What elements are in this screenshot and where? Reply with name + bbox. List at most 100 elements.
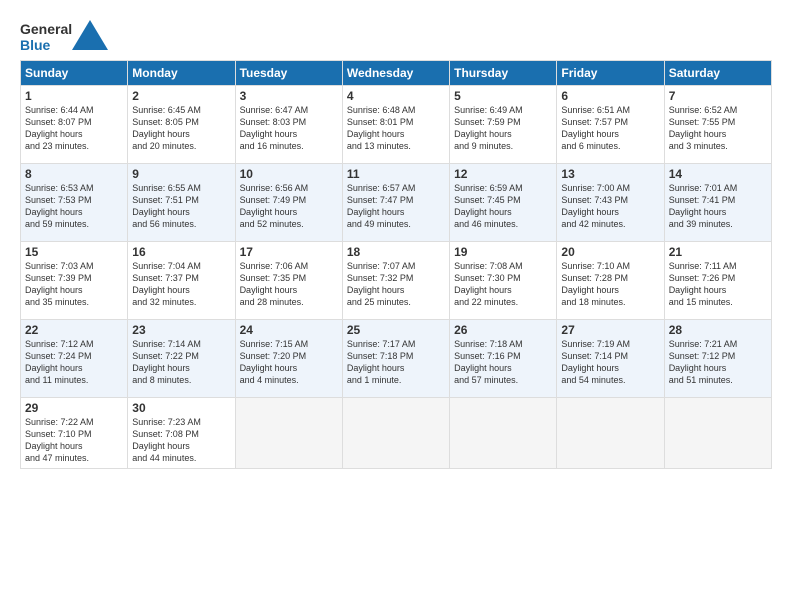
calendar-cell: [664, 398, 771, 469]
day-number: 28: [669, 323, 767, 337]
day-info: Sunrise: 6:57 AMSunset: 7:47 PMDaylight …: [347, 183, 416, 229]
day-number: 14: [669, 167, 767, 181]
calendar-cell: [235, 398, 342, 469]
calendar-cell: 20 Sunrise: 7:10 AMSunset: 7:28 PMDayligh…: [557, 242, 664, 320]
day-number: 29: [25, 401, 123, 415]
day-info: Sunrise: 7:12 AMSunset: 7:24 PMDaylight …: [25, 339, 94, 385]
calendar-cell: 15 Sunrise: 7:03 AMSunset: 7:39 PMDayligh…: [21, 242, 128, 320]
day-info: Sunrise: 7:00 AMSunset: 7:43 PMDaylight …: [561, 183, 630, 229]
svg-text:Blue: Blue: [20, 37, 51, 53]
calendar-cell: [450, 398, 557, 469]
day-info: Sunrise: 7:14 AMSunset: 7:22 PMDaylight …: [132, 339, 201, 385]
day-info: Sunrise: 7:01 AMSunset: 7:41 PMDaylight …: [669, 183, 738, 229]
calendar-cell: 28Sunrise: 7:21 AMSunset: 7:12 PMDayligh…: [664, 320, 771, 398]
calendar-cell: 23 Sunrise: 7:14 AMSunset: 7:22 PMDayligh…: [128, 320, 235, 398]
weekday-header-saturday: Saturday: [664, 61, 771, 86]
calendar-cell: [557, 398, 664, 469]
weekday-header-sunday: Sunday: [21, 61, 128, 86]
calendar-week-3: 15 Sunrise: 7:03 AMSunset: 7:39 PMDayligh…: [21, 242, 772, 320]
day-info: Sunrise: 7:23 AMSunset: 7:08 PMDaylight …: [132, 417, 201, 463]
day-number: 1: [25, 89, 123, 103]
weekday-header-friday: Friday: [557, 61, 664, 86]
day-info: Sunrise: 6:48 AMSunset: 8:01 PMDaylight …: [347, 105, 416, 151]
day-number: 20: [561, 245, 659, 259]
calendar-cell: 18Sunrise: 7:07 AMSunset: 7:32 PMDayligh…: [342, 242, 449, 320]
day-info: Sunrise: 6:56 AMSunset: 7:49 PMDaylight …: [240, 183, 309, 229]
weekday-header-monday: Monday: [128, 61, 235, 86]
calendar-week-5: 29Sunrise: 7:22 AMSunset: 7:10 PMDayligh…: [21, 398, 772, 469]
day-number: 15: [25, 245, 123, 259]
day-number: 9: [132, 167, 230, 181]
calendar-cell: 4 Sunrise: 6:48 AMSunset: 8:01 PMDaylight…: [342, 86, 449, 164]
calendar-cell: 24 Sunrise: 7:15 AMSunset: 7:20 PMDayligh…: [235, 320, 342, 398]
day-number: 4: [347, 89, 445, 103]
day-number: 22: [25, 323, 123, 337]
day-info: Sunrise: 6:59 AMSunset: 7:45 PMDaylight …: [454, 183, 523, 229]
svg-text:General: General: [20, 21, 72, 37]
calendar-cell: 12Sunrise: 6:59 AMSunset: 7:45 PMDayligh…: [450, 164, 557, 242]
day-number: 21: [669, 245, 767, 259]
day-number: 26: [454, 323, 552, 337]
page: GeneralBlue SundayMondayTuesdayWednesday…: [0, 0, 792, 612]
day-number: 19: [454, 245, 552, 259]
calendar-cell: 1 Sunrise: 6:44 AMSunset: 8:07 PMDaylight…: [21, 86, 128, 164]
calendar-cell: 19 Sunrise: 7:08 AMSunset: 7:30 PMDayligh…: [450, 242, 557, 320]
calendar-week-4: 22 Sunrise: 7:12 AMSunset: 7:24 PMDayligh…: [21, 320, 772, 398]
day-info: Sunrise: 6:45 AMSunset: 8:05 PMDaylight …: [132, 105, 201, 151]
calendar-cell: 10 Sunrise: 6:56 AMSunset: 7:49 PMDayligh…: [235, 164, 342, 242]
day-info: Sunrise: 7:19 AMSunset: 7:14 PMDaylight …: [561, 339, 630, 385]
calendar-cell: 5 Sunrise: 6:49 AMSunset: 7:59 PMDaylight…: [450, 86, 557, 164]
calendar-cell: 2Sunrise: 6:45 AMSunset: 8:05 PMDaylight…: [128, 86, 235, 164]
calendar-cell: 14 Sunrise: 7:01 AMSunset: 7:41 PMDayligh…: [664, 164, 771, 242]
calendar-cell: 11 Sunrise: 6:57 AMSunset: 7:47 PMDayligh…: [342, 164, 449, 242]
calendar-cell: 6Sunrise: 6:51 AMSunset: 7:57 PMDaylight…: [557, 86, 664, 164]
day-number: 23: [132, 323, 230, 337]
day-number: 8: [25, 167, 123, 181]
calendar-cell: 21Sunrise: 7:11 AMSunset: 7:26 PMDayligh…: [664, 242, 771, 320]
calendar-week-1: 1 Sunrise: 6:44 AMSunset: 8:07 PMDaylight…: [21, 86, 772, 164]
calendar-cell: 25 Sunrise: 7:17 AMSunset: 7:18 PMDayligh…: [342, 320, 449, 398]
day-number: 5: [454, 89, 552, 103]
day-info: Sunrise: 6:55 AMSunset: 7:51 PMDaylight …: [132, 183, 201, 229]
day-number: 24: [240, 323, 338, 337]
day-info: Sunrise: 6:49 AMSunset: 7:59 PMDaylight …: [454, 105, 523, 151]
day-info: Sunrise: 7:06 AMSunset: 7:35 PMDaylight …: [240, 261, 309, 307]
day-info: Sunrise: 6:53 AMSunset: 7:53 PMDaylight …: [25, 183, 94, 229]
calendar-week-2: 8 Sunrise: 6:53 AMSunset: 7:53 PMDaylight…: [21, 164, 772, 242]
calendar-cell: 30 Sunrise: 7:23 AMSunset: 7:08 PMDayligh…: [128, 398, 235, 469]
calendar-cell: 3Sunrise: 6:47 AMSunset: 8:03 PMDaylight…: [235, 86, 342, 164]
calendar-cell: 7Sunrise: 6:52 AMSunset: 7:55 PMDaylight…: [664, 86, 771, 164]
calendar-cell: [342, 398, 449, 469]
day-number: 10: [240, 167, 338, 181]
logo-svg: GeneralBlue: [20, 18, 110, 54]
day-number: 6: [561, 89, 659, 103]
weekday-header-row: SundayMondayTuesdayWednesdayThursdayFrid…: [21, 61, 772, 86]
logo: GeneralBlue: [20, 18, 110, 54]
weekday-header-thursday: Thursday: [450, 61, 557, 86]
calendar-cell: 22 Sunrise: 7:12 AMSunset: 7:24 PMDayligh…: [21, 320, 128, 398]
day-number: 30: [132, 401, 230, 415]
day-info: Sunrise: 7:04 AMSunset: 7:37 PMDaylight …: [132, 261, 201, 307]
weekday-header-tuesday: Tuesday: [235, 61, 342, 86]
calendar-cell: 13 Sunrise: 7:00 AMSunset: 7:43 PMDayligh…: [557, 164, 664, 242]
day-info: Sunrise: 7:15 AMSunset: 7:20 PMDaylight …: [240, 339, 309, 385]
day-info: Sunrise: 7:03 AMSunset: 7:39 PMDaylight …: [25, 261, 94, 307]
weekday-header-wednesday: Wednesday: [342, 61, 449, 86]
day-number: 25: [347, 323, 445, 337]
day-info: Sunrise: 7:10 AMSunset: 7:28 PMDaylight …: [561, 261, 630, 307]
day-number: 27: [561, 323, 659, 337]
day-info: Sunrise: 6:47 AMSunset: 8:03 PMDaylight …: [240, 105, 309, 151]
calendar-cell: 8 Sunrise: 6:53 AMSunset: 7:53 PMDaylight…: [21, 164, 128, 242]
day-info: Sunrise: 7:08 AMSunset: 7:30 PMDaylight …: [454, 261, 523, 307]
day-number: 17: [240, 245, 338, 259]
calendar-cell: 29Sunrise: 7:22 AMSunset: 7:10 PMDayligh…: [21, 398, 128, 469]
day-number: 18: [347, 245, 445, 259]
day-number: 13: [561, 167, 659, 181]
day-info: Sunrise: 7:17 AMSunset: 7:18 PMDaylight …: [347, 339, 416, 385]
calendar-cell: 27 Sunrise: 7:19 AMSunset: 7:14 PMDayligh…: [557, 320, 664, 398]
calendar-cell: 16Sunrise: 7:04 AMSunset: 7:37 PMDayligh…: [128, 242, 235, 320]
day-number: 7: [669, 89, 767, 103]
day-info: Sunrise: 6:44 AMSunset: 8:07 PMDaylight …: [25, 105, 94, 151]
day-number: 11: [347, 167, 445, 181]
calendar: SundayMondayTuesdayWednesdayThursdayFrid…: [20, 60, 772, 469]
